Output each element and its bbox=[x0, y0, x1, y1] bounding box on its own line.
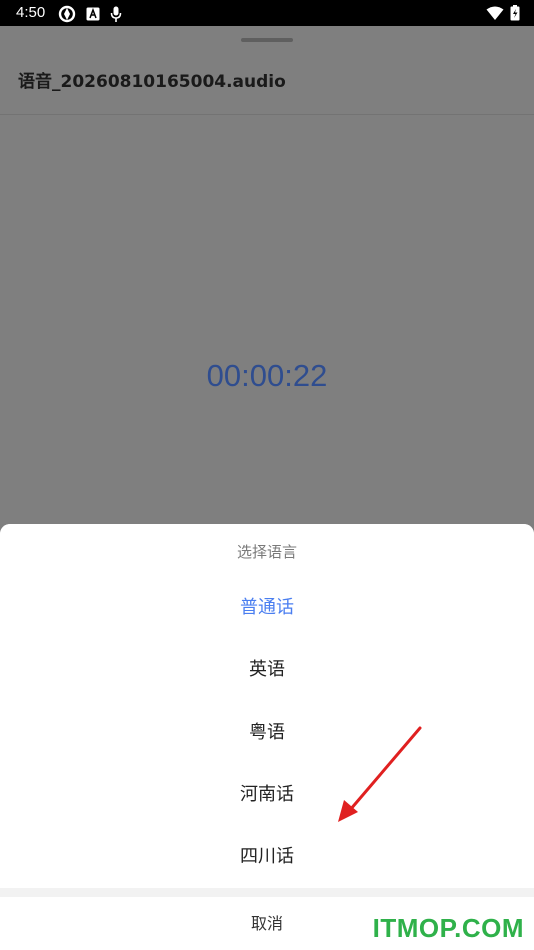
status-time: 4:50 bbox=[16, 4, 46, 21]
language-action-sheet: 选择语言 普通话 英语 粤语 河南话 四川话 取消 bbox=[0, 524, 534, 950]
recording-panel bbox=[0, 26, 534, 524]
status-bar: 4:50 bbox=[0, 0, 534, 26]
sync-icon bbox=[58, 5, 76, 23]
recording-timer: 00:00:22 bbox=[206, 358, 328, 393]
status-icons-left bbox=[58, 5, 122, 23]
file-name: 语音_20260810165004.audio bbox=[18, 72, 286, 92]
battery-icon bbox=[510, 5, 520, 21]
sheet-title: 选择语言 bbox=[236, 543, 297, 561]
option-sichuan-dialect[interactable]: 四川话 bbox=[0, 826, 534, 888]
status-icons-right bbox=[486, 5, 520, 21]
mic-icon bbox=[110, 6, 122, 22]
drag-handle[interactable] bbox=[241, 38, 293, 42]
watermark: ITMOP.COM bbox=[372, 913, 524, 943]
text-icon bbox=[86, 7, 100, 21]
wifi-icon bbox=[486, 6, 504, 20]
option-cantonese[interactable]: 粤语 bbox=[0, 702, 534, 764]
option-henan-dialect[interactable]: 河南话 bbox=[0, 764, 534, 826]
divider bbox=[0, 114, 534, 115]
option-mandarin[interactable]: 普通话 bbox=[0, 577, 534, 639]
language-options: 选择语言 普通话 英语 粤语 河南话 四川话 bbox=[0, 524, 534, 888]
option-english[interactable]: 英语 bbox=[0, 639, 534, 701]
